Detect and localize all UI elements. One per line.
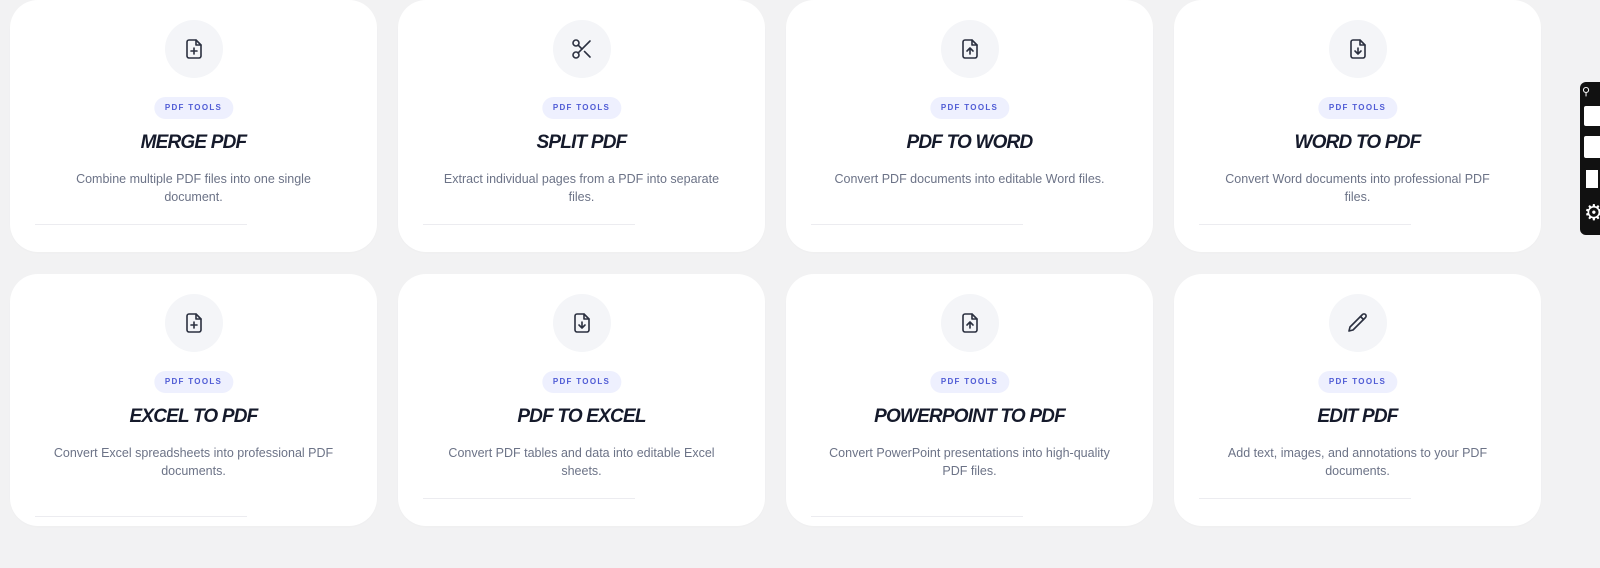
- tool-card-edit-pdf[interactable]: PDF TOOLS EDIT PDF Add text, images, and…: [1174, 274, 1541, 526]
- card-description: Convert Excel spreadsheets into professi…: [53, 446, 334, 478]
- gear-icon[interactable]: ⚙: [1584, 200, 1600, 226]
- link-icon[interactable]: ⚲: [1582, 86, 1598, 98]
- card-title: MERGE PDF: [140, 132, 248, 153]
- card-description: Extract individual pages from a PDF into…: [443, 172, 720, 204]
- category-badge: PDF TOOLS: [541, 371, 622, 393]
- tool-card-excel-to-pdf[interactable]: PDF TOOLS EXCEL TO PDF Convert Excel spr…: [10, 274, 377, 526]
- card-divider: [423, 224, 635, 225]
- card-description: Convert PDF documents into editable Word…: [834, 172, 1105, 186]
- card-title: PDF TO WORD: [906, 132, 1034, 153]
- tool-card-pdf-to-word[interactable]: PDF TOOLS PDF TO WORD Convert PDF docume…: [786, 0, 1153, 252]
- card-title: POWERPOINT TO PDF: [874, 406, 1066, 427]
- tool-card-split-pdf[interactable]: PDF TOOLS SPLIT PDF Extract individual p…: [398, 0, 765, 252]
- card-description: Add text, images, and annotations to you…: [1227, 446, 1488, 478]
- card-divider: [35, 224, 247, 225]
- floating-toolbar: ⚲ ⚙: [1580, 82, 1600, 235]
- category-badge: PDF TOOLS: [1317, 97, 1398, 119]
- tools-grid: PDF TOOLS MERGE PDF Combine multiple PDF…: [10, 0, 1575, 526]
- tool-card-powerpoint-to-pdf[interactable]: PDF TOOLS POWERPOINT TO PDF Convert Powe…: [786, 274, 1153, 526]
- card-divider: [811, 224, 1023, 225]
- tool-card-pdf-to-excel[interactable]: PDF TOOLS PDF TO EXCEL Convert PDF table…: [398, 274, 765, 526]
- card-title: EXCEL TO PDF: [129, 406, 258, 427]
- card-description: Convert PDF tables and data into editabl…: [448, 446, 715, 478]
- card-description: Combine multiple PDF files into one sing…: [76, 172, 311, 204]
- file-upload-icon: [940, 294, 999, 352]
- tool-card-merge-pdf[interactable]: PDF TOOLS MERGE PDF Combine multiple PDF…: [10, 0, 377, 252]
- card-divider: [423, 498, 635, 499]
- page: PDF TOOLS MERGE PDF Combine multiple PDF…: [0, 0, 1600, 568]
- category-badge: PDF TOOLS: [929, 97, 1010, 119]
- scissors-icon: [552, 20, 611, 78]
- file-plus-icon: [164, 294, 223, 352]
- file-download-icon: [1328, 20, 1387, 78]
- rectangle-icon[interactable]: [1584, 136, 1600, 158]
- card-divider: [1199, 224, 1411, 225]
- file-plus-icon: [164, 20, 223, 78]
- card-divider: [35, 516, 247, 517]
- category-badge: PDF TOOLS: [153, 97, 234, 119]
- category-badge: PDF TOOLS: [1317, 371, 1398, 393]
- card-title: WORD TO PDF: [1294, 132, 1422, 153]
- camera-icon[interactable]: [1584, 106, 1600, 126]
- square-icon[interactable]: [1584, 168, 1600, 190]
- file-download-icon: [552, 294, 611, 352]
- card-title: EDIT PDF: [1317, 406, 1398, 427]
- card-description: Convert PowerPoint presentations into hi…: [829, 446, 1110, 478]
- card-description: Convert Word documents into professional…: [1225, 172, 1490, 204]
- tool-card-word-to-pdf[interactable]: PDF TOOLS WORD TO PDF Convert Word docum…: [1174, 0, 1541, 252]
- category-badge: PDF TOOLS: [541, 97, 622, 119]
- card-divider: [1199, 498, 1411, 499]
- card-divider: [811, 516, 1023, 517]
- category-badge: PDF TOOLS: [153, 371, 234, 393]
- pencil-icon: [1328, 294, 1387, 352]
- card-title: PDF TO EXCEL: [517, 406, 646, 427]
- category-badge: PDF TOOLS: [929, 371, 1010, 393]
- file-upload-icon: [940, 20, 999, 78]
- card-title: SPLIT PDF: [536, 132, 628, 153]
